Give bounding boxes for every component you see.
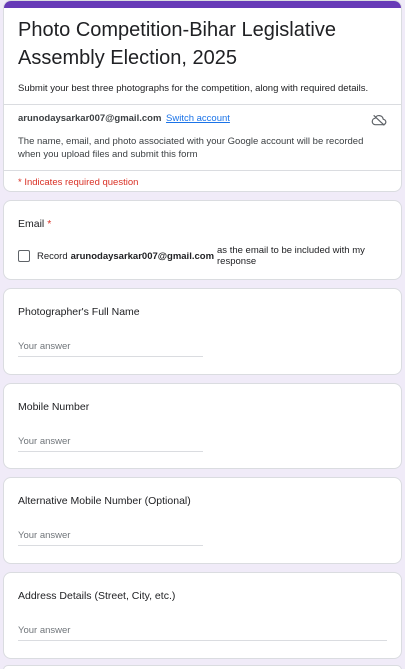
question-card: Address Details (Street, City, etc.) You… bbox=[3, 572, 402, 659]
question-label: Alternative Mobile Number (Optional) bbox=[18, 495, 191, 507]
cloud-off-icon bbox=[371, 114, 387, 126]
next-card-edge bbox=[3, 665, 402, 669]
required-asterisk: * bbox=[47, 218, 52, 230]
mobile-number-input[interactable]: Your answer bbox=[18, 436, 203, 452]
email-question-card: Email * Record arunodaysarkar007@gmail.co… bbox=[3, 200, 402, 280]
checkbox-prefix: Record bbox=[37, 250, 68, 262]
account-email: arunodaysarkar007@gmail.com bbox=[18, 113, 162, 124]
record-email-checkbox[interactable] bbox=[18, 250, 30, 262]
form-description: Submit your best three photographs for t… bbox=[18, 83, 369, 94]
address-input[interactable]: Your answer bbox=[18, 625, 387, 641]
account-note: The name, email, and photo associated wi… bbox=[18, 136, 364, 160]
question-label: Mobile Number bbox=[18, 401, 90, 413]
form-title: Photo Competition-Bihar Legislative Asse… bbox=[18, 19, 336, 69]
question-card: Photographer's Full Name Your answer bbox=[3, 288, 402, 375]
question-label: Address Details (Street, City, etc.) bbox=[18, 590, 176, 602]
required-note: * Indicates required question bbox=[18, 177, 139, 188]
alt-mobile-number-input[interactable]: Your answer bbox=[18, 530, 203, 546]
question-label: Photographer's Full Name bbox=[18, 306, 140, 318]
question-card: Mobile Number Your answer bbox=[3, 383, 402, 469]
record-email-option[interactable]: Record arunodaysarkar007@gmail.com as th… bbox=[18, 245, 387, 267]
account-row: arunodaysarkar007@gmail.com Switch accou… bbox=[4, 105, 401, 126]
question-label: Email * bbox=[18, 217, 387, 231]
checkbox-email: arunodaysarkar007@gmail.com bbox=[70, 250, 215, 262]
form-header-card: Photo Competition-Bihar Legislative Asse… bbox=[3, 0, 402, 192]
header-accent-bar bbox=[4, 1, 401, 8]
question-card: Alternative Mobile Number (Optional) You… bbox=[3, 477, 402, 564]
switch-account-link[interactable]: Switch account bbox=[166, 113, 230, 124]
checkbox-suffix: as the email to be included with my resp… bbox=[217, 245, 365, 267]
email-label: Email bbox=[18, 218, 45, 230]
full-name-input[interactable]: Your answer bbox=[18, 341, 203, 357]
